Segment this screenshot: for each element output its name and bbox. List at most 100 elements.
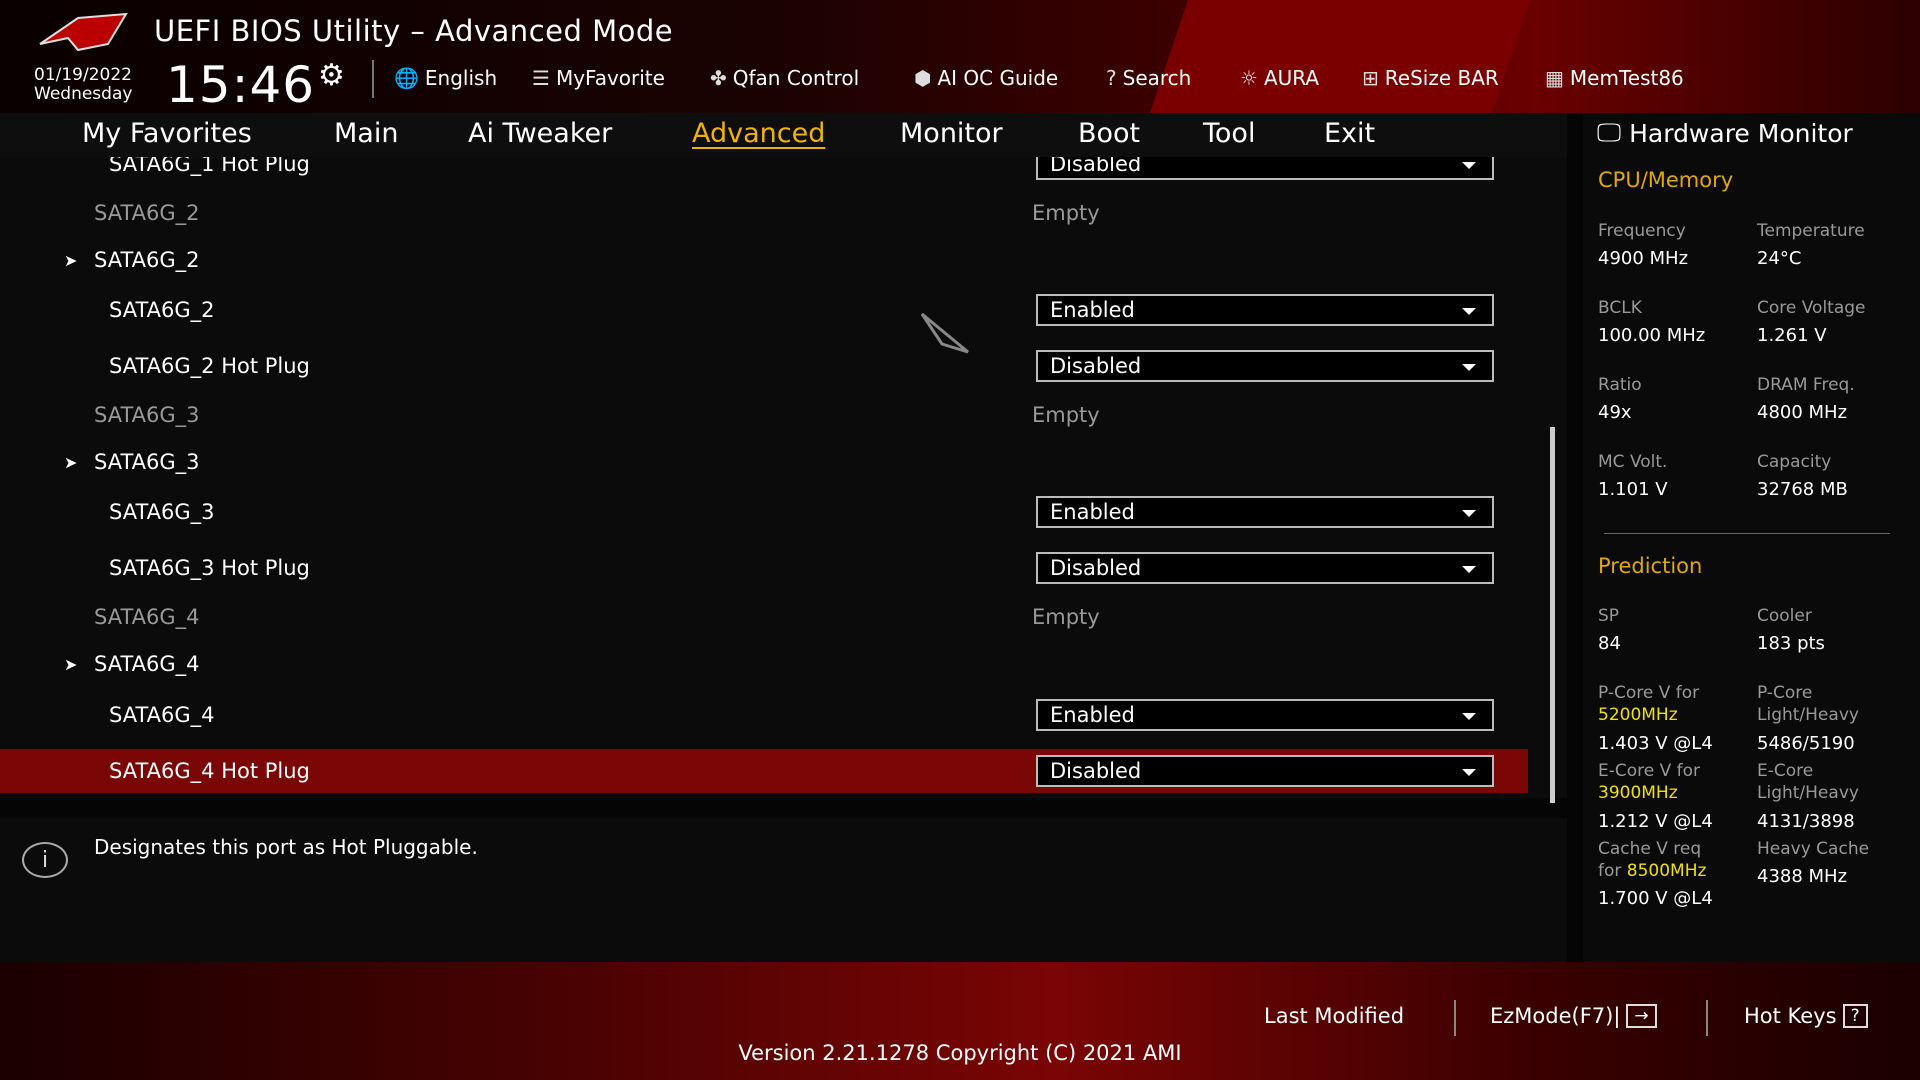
chevron-down-icon <box>1462 162 1476 169</box>
tab-boot[interactable]: Boot <box>1078 118 1140 149</box>
setting-row[interactable]: SATA6G_3 Empty <box>0 393 1528 437</box>
setting-dropdown[interactable]: Enabled <box>1036 496 1494 528</box>
hw-label: Heavy Cache <box>1757 839 1870 859</box>
hw-value: 1.212 V @L4 <box>1598 811 1713 832</box>
toolbar-label: MyFavorite <box>555 66 665 90</box>
hw-label: Ratio <box>1598 375 1642 395</box>
toolbar-english[interactable]: 🌐 English <box>394 66 497 90</box>
question-icon: ? <box>1842 1004 1868 1028</box>
label-text: E-Core <box>1757 761 1814 781</box>
button-label: Hot Keys <box>1744 1004 1837 1028</box>
hw-value: 4800 MHz <box>1757 402 1848 423</box>
submenu-item[interactable]: ➤ SATA6G_2 <box>0 238 1528 282</box>
toolbar-qfan-control[interactable]: ✤ Qfan Control <box>710 66 859 90</box>
toolbar-aura[interactable]: ☼ AURA <box>1240 66 1319 90</box>
scrollbar[interactable] <box>1550 427 1555 803</box>
hw-value: 183 pts <box>1757 633 1825 654</box>
freq-text: 8500MHz <box>1626 861 1707 881</box>
toolbar-resize-bar[interactable]: ⊞ ReSize BAR <box>1362 66 1499 90</box>
setting-label: SATA6G_2 Hot Plug <box>109 354 310 378</box>
chevron-right-icon: ➤ <box>64 250 78 270</box>
version-text: Version 2.21.1278 Copyright (C) 2021 AMI <box>738 1041 1182 1065</box>
label-text: Cache V req <box>1598 839 1702 859</box>
toolbar-search[interactable]: ? Search <box>1106 66 1191 90</box>
hw-value: 1.101 V <box>1598 479 1668 500</box>
cpu-memory-heading: CPU/Memory <box>1598 168 1734 192</box>
bg-decoration <box>1150 0 1530 113</box>
chevron-down-icon <box>1462 364 1476 371</box>
toolbar-label: MemTest86 <box>1569 66 1684 90</box>
toolbar-label: Qfan Control <box>732 66 860 90</box>
setting-row[interactable]: SATA6G_2 Hot Plug Disabled <box>0 344 1528 388</box>
gear-icon[interactable]: ⚙ <box>318 58 345 93</box>
tab-my-favorites[interactable]: My Favorites <box>82 118 252 149</box>
setting-row[interactable]: SATA6G_2 Enabled <box>0 288 1528 332</box>
setting-row[interactable]: SATA6G_3 Enabled <box>0 490 1528 534</box>
hw-title-text: Hardware Monitor <box>1629 118 1853 148</box>
setting-dropdown[interactable]: Disabled <box>1036 755 1494 787</box>
dropdown-value: Enabled <box>1050 298 1135 322</box>
setting-label: SATA6G_3 <box>109 500 215 524</box>
tab-advanced[interactable]: Advanced <box>692 118 825 149</box>
setting-row[interactable]: SATA6G_2 Empty <box>0 191 1528 235</box>
chevron-down-icon <box>1462 308 1476 315</box>
label-text: E-Core V for <box>1598 761 1701 781</box>
hw-value: 5486/5190 <box>1757 733 1855 754</box>
submenu-label: SATA6G_3 <box>94 450 200 474</box>
hw-label: Temperature <box>1757 221 1865 241</box>
prediction-heading: Prediction <box>1598 554 1703 578</box>
toolbar-label: English <box>424 66 498 90</box>
dropdown-value: Disabled <box>1050 759 1142 783</box>
hw-value: 1.700 V @L4 <box>1598 888 1713 909</box>
hw-label: E-Core Light/Heavy <box>1757 760 1859 804</box>
hardware-monitor-title: 🖵 Hardware Monitor <box>1597 118 1853 148</box>
setting-dropdown[interactable]: Enabled <box>1036 699 1494 731</box>
tab-tool[interactable]: Tool <box>1203 118 1255 149</box>
clock: 15:46 <box>166 56 316 114</box>
last-modified-button[interactable]: Last Modified <box>1264 1004 1404 1028</box>
toolbar-myfavorite[interactable]: ☰ MyFavorite <box>532 66 665 90</box>
hot-keys-button[interactable]: Hot Keys? <box>1744 1004 1868 1028</box>
dropdown-value: Disabled <box>1050 556 1142 580</box>
hw-value: 1.403 V @L4 <box>1598 733 1713 754</box>
divider <box>1706 1000 1708 1036</box>
hw-value: 4900 MHz <box>1598 248 1689 269</box>
ezmode-button[interactable]: EzMode(F7)| → <box>1490 1004 1657 1028</box>
setting-dropdown[interactable]: Disabled <box>1036 552 1494 584</box>
freq-text: 3900MHz <box>1598 783 1678 803</box>
toolbar-label: Search <box>1122 66 1192 90</box>
tab-ai-tweaker[interactable]: Ai Tweaker <box>468 118 612 149</box>
chevron-down-icon <box>1462 769 1476 776</box>
tab-monitor[interactable]: Monitor <box>900 118 1003 149</box>
toolbar-memtest86[interactable]: ▦ MemTest86 <box>1545 66 1684 90</box>
setting-row[interactable]: SATA6G_4 Enabled <box>0 693 1528 737</box>
toolbar-ai-oc-guide[interactable]: ⬢ AI OC Guide <box>914 66 1058 90</box>
aura-icon: ☼ <box>1240 66 1258 90</box>
hw-value: 100.00 MHz <box>1598 325 1706 346</box>
setting-label: SATA6G_4 Hot Plug <box>109 759 310 783</box>
hw-label: Capacity <box>1757 452 1832 472</box>
tab-exit[interactable]: Exit <box>1324 118 1375 149</box>
chevron-right-icon: ➤ <box>64 654 78 674</box>
dropdown-value: Enabled <box>1050 703 1135 727</box>
setting-row[interactable]: SATA6G_3 Hot Plug Disabled <box>0 546 1528 590</box>
toolbar-label: ReSize BAR <box>1384 66 1499 90</box>
hw-label: DRAM Freq. <box>1757 375 1855 395</box>
hw-value: 32768 MB <box>1757 479 1848 500</box>
divider <box>1604 533 1890 534</box>
setting-dropdown[interactable]: Disabled <box>1036 350 1494 382</box>
help-text: Designates this port as Hot Pluggable. <box>94 835 478 859</box>
setting-value: Empty <box>1032 201 1100 225</box>
hw-label: P-Core V for 5200MHz <box>1598 682 1699 726</box>
submenu-item[interactable]: ➤ SATA6G_3 <box>0 440 1528 484</box>
setting-row[interactable]: SATA6G_4 Empty <box>0 595 1528 639</box>
submenu-item[interactable]: ➤ SATA6G_4 <box>0 642 1528 686</box>
date: 01/19/2022 <box>34 65 132 85</box>
setting-dropdown[interactable]: Enabled <box>1036 294 1494 326</box>
setting-row[interactable]: SATA6G_4 Hot Plug Disabled <box>0 749 1528 793</box>
setting-label: SATA6G_4 <box>109 703 215 727</box>
setting-label: SATA6G_4 <box>94 605 200 629</box>
label-text: Light/Heavy <box>1757 783 1859 803</box>
tab-main[interactable]: Main <box>334 118 398 149</box>
setting-value: Empty <box>1032 605 1100 629</box>
